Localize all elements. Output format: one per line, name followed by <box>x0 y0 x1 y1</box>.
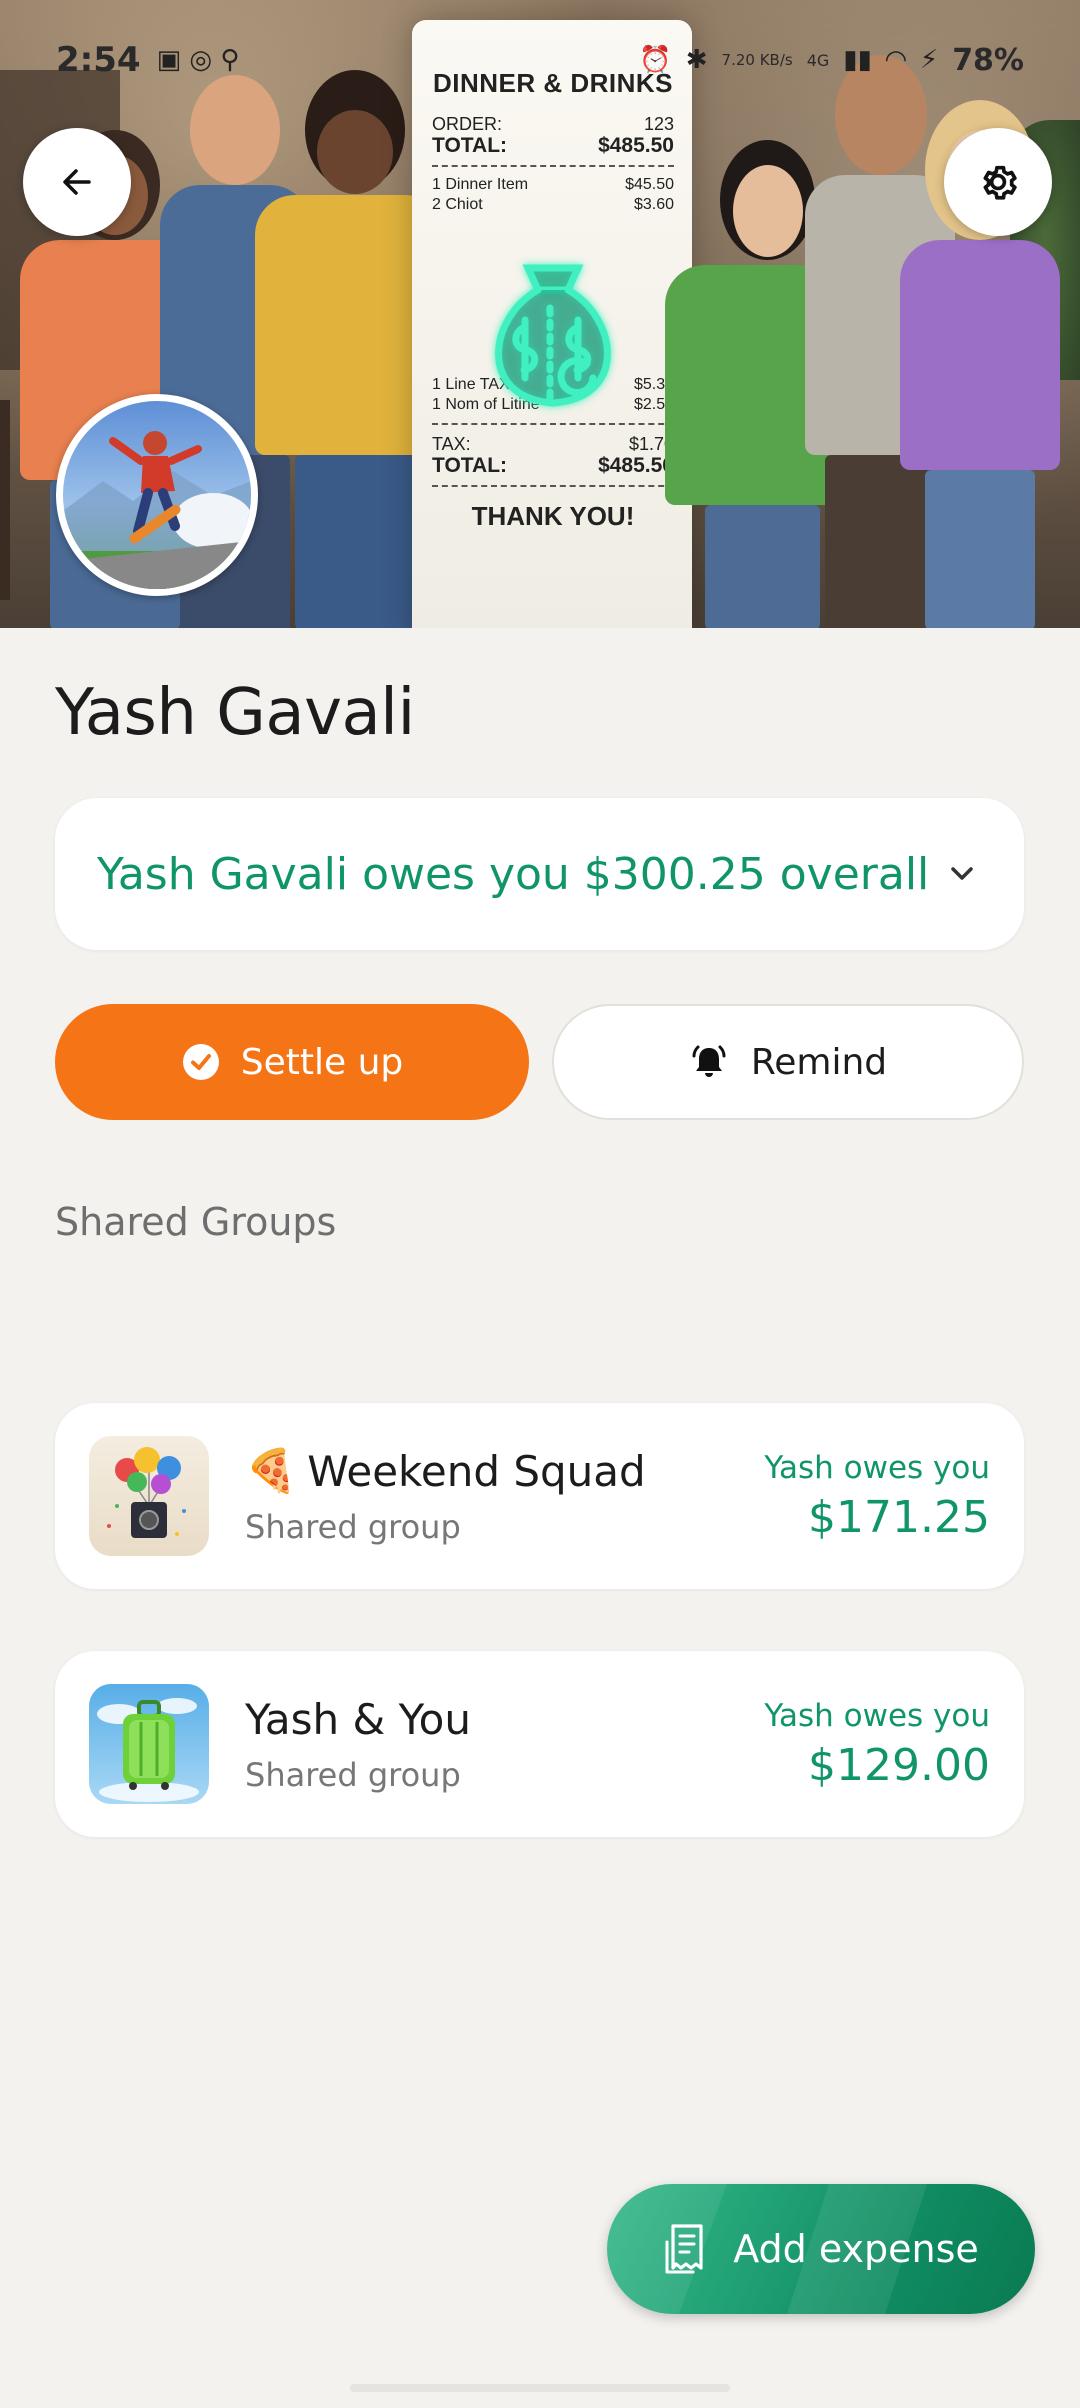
luggage-image <box>97 1698 199 1802</box>
home-indicator[interactable] <box>350 2384 730 2392</box>
group-owes-label: Yash owes you <box>764 1697 990 1734</box>
network-speed: 7.20 KB/s <box>722 52 793 68</box>
receipt-total2-value: $485.50 <box>598 454 674 477</box>
battery-percent: 78% <box>952 42 1024 78</box>
group-amount: $129.00 <box>808 1739 990 1791</box>
avatar-skateboarder-image <box>63 431 251 589</box>
bluetooth-icon: ✱ <box>685 45 708 75</box>
arrow-left-icon <box>63 169 91 195</box>
party-balloons-image <box>107 1447 186 1538</box>
settings-button[interactable] <box>944 128 1052 236</box>
network-speed-text: 7.20 KB/s <box>721 51 793 69</box>
receipt-item1-label: 1 Dinner Item <box>432 176 529 193</box>
receipt-tax-label: TAX: <box>432 434 471 454</box>
add-expense-label: Add expense <box>733 2227 979 2271</box>
group-owes-label: Yash owes you <box>764 1449 990 1486</box>
remind-label: Remind <box>750 1041 888 1083</box>
receipt-total2-label: TOTAL: <box>432 454 508 477</box>
money-bag-icon <box>495 264 611 407</box>
group-subtitle: Shared group <box>245 1755 461 1794</box>
avatar[interactable] <box>56 394 258 596</box>
hero-banner: DINNER & DRINKS ORDER: 123 TOTAL: $485.5… <box>0 0 1080 628</box>
chevron-down-icon[interactable] <box>942 854 982 894</box>
group-thumbnail <box>89 1684 209 1804</box>
settle-up-label: Settle up <box>240 1041 404 1083</box>
group-subtitle: Shared group <box>245 1508 461 1546</box>
notification-icons: ▣ ◎ ⚲ <box>156 45 240 75</box>
group-emoji: 🍕 <box>245 1446 298 1495</box>
profile-name: Yash Gavali <box>55 676 415 750</box>
alarm-icon: ⏰ <box>639 45 672 75</box>
signal-icon: ▮▮ <box>843 45 872 75</box>
status-time: 2:54 <box>56 40 141 80</box>
add-expense-button[interactable]: Add expense <box>607 2184 1035 2314</box>
remind-button[interactable]: Remind <box>552 1004 1024 1120</box>
gear-icon <box>983 165 1017 200</box>
group-card-weekend-squad[interactable]: 🍕 Weekend Squad Shared group Yash owes y… <box>55 1403 1024 1589</box>
group-name: Yash & You <box>245 1694 471 1744</box>
group-thumbnail <box>89 1436 209 1556</box>
receipt-thanks: THANK YOU! <box>471 501 635 531</box>
receipt-total-label: TOTAL: <box>432 134 508 157</box>
group-amount: $171.25 <box>808 1491 990 1543</box>
battery-icon: ⚡ <box>919 45 939 75</box>
group-card-yash-and-you[interactable]: Yash & You Shared group Yash owes you $1… <box>55 1651 1024 1837</box>
balance-summary-card[interactable]: Yash Gavali owes you $300.25 overall <box>55 798 1024 950</box>
balance-summary-text: Yash Gavali owes you $300.25 overall <box>97 848 930 900</box>
wifi-icon: ◠ <box>885 45 906 75</box>
back-button[interactable] <box>23 128 131 236</box>
status-bar: 2:54 ▣ ◎ ⚲ ⏰ ✱ 7.20 KB/s 4G ▮▮ ◠ ⚡ 78% <box>0 0 1080 120</box>
bell-ring-icon <box>692 1045 726 1077</box>
network-type: 4G <box>806 50 830 70</box>
receipt-item2-label: 2 Chiot <box>432 196 483 213</box>
receipt-total-value: $485.50 <box>598 134 674 157</box>
check-circle-icon <box>182 1044 219 1080</box>
shared-groups-title: Shared Groups <box>55 1200 337 1244</box>
settle-up-button[interactable]: Settle up <box>55 1004 529 1120</box>
receipt-icon <box>665 2224 703 2274</box>
group-name: Weekend Squad <box>307 1446 646 1496</box>
